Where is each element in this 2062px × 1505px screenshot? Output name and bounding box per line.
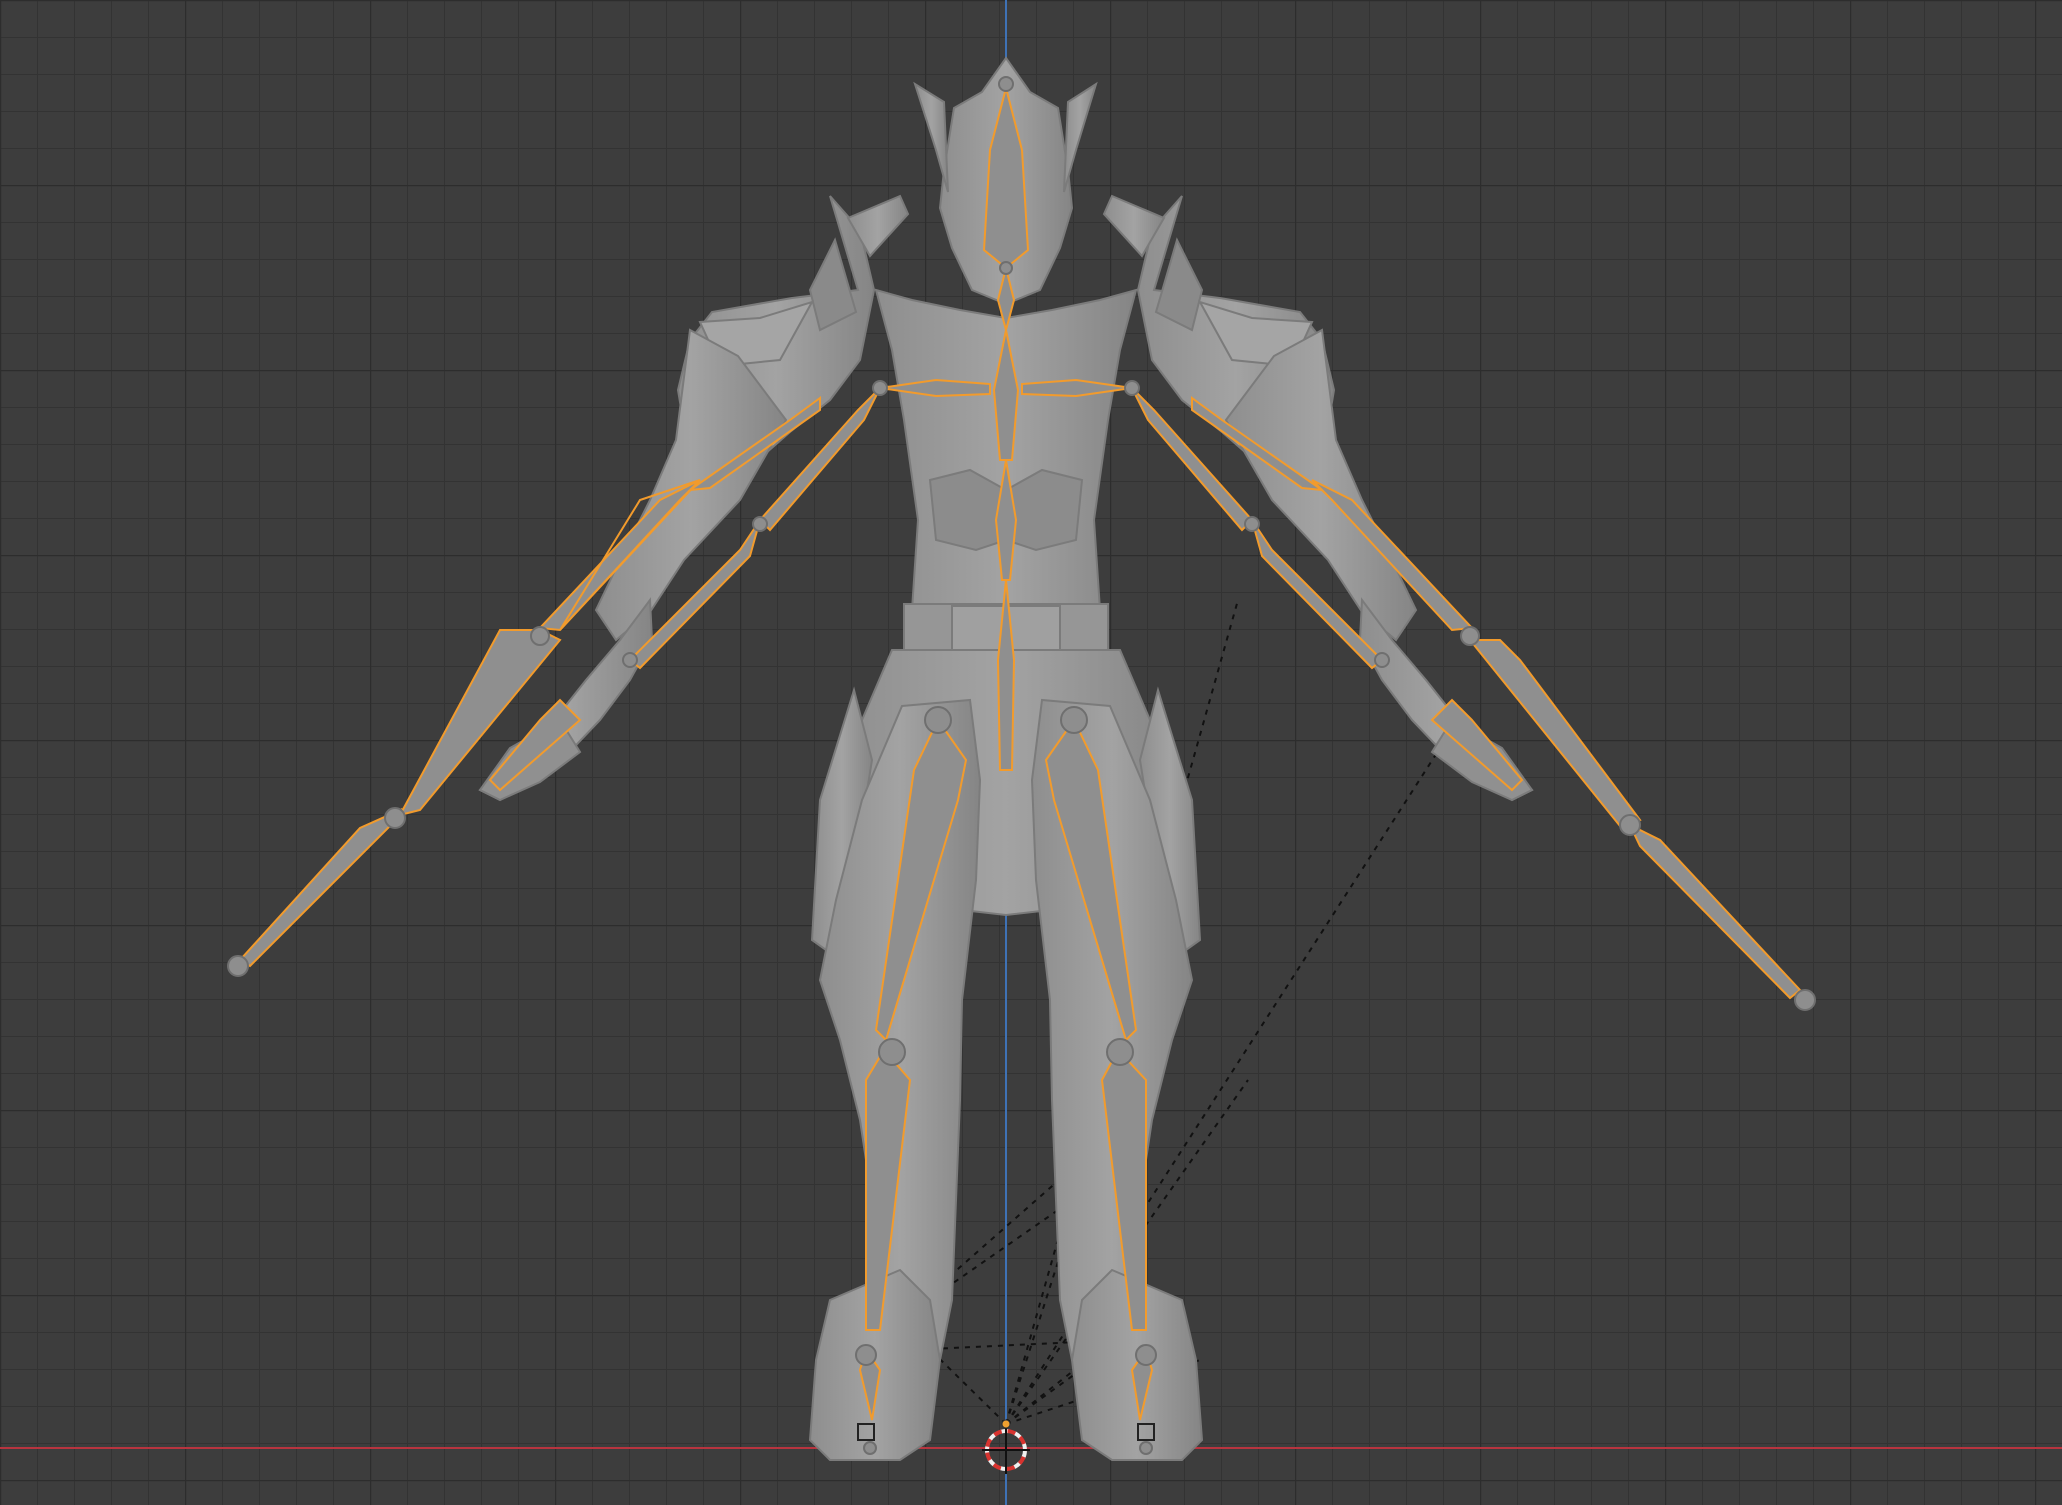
3d-viewport[interactable]: [0, 0, 2062, 1505]
viewport-scene[interactable]: [0, 0, 2062, 1505]
